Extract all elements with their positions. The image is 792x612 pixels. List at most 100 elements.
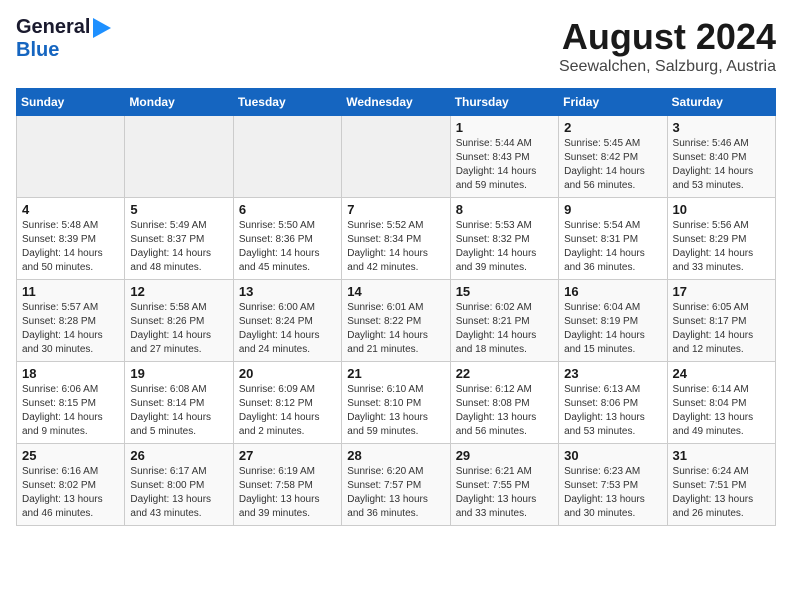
calendar-cell: 7 Sunrise: 5:52 AM Sunset: 8:34 PM Daylig… — [342, 198, 450, 280]
calendar-cell: 11 Sunrise: 5:57 AM Sunset: 8:28 PM Dayli… — [17, 280, 125, 362]
header-day-wednesday: Wednesday — [342, 89, 450, 116]
day-number: 7 — [347, 202, 444, 217]
day-info: Sunrise: 6:23 AM Sunset: 7:53 PM Dayligh… — [564, 465, 661, 521]
day-number: 19 — [130, 366, 227, 381]
day-info: Sunrise: 6:12 AM Sunset: 8:08 PM Dayligh… — [456, 383, 553, 439]
day-number: 3 — [673, 120, 770, 135]
day-info: Sunrise: 5:56 AM Sunset: 8:29 PM Dayligh… — [673, 219, 770, 275]
day-number: 23 — [564, 366, 661, 381]
day-info: Sunrise: 5:44 AM Sunset: 8:43 PM Dayligh… — [456, 137, 553, 193]
calendar-cell: 25 Sunrise: 6:16 AM Sunset: 8:02 PM Dayli… — [17, 444, 125, 526]
day-number: 30 — [564, 448, 661, 463]
calendar-cell: 10 Sunrise: 5:56 AM Sunset: 8:29 PM Dayli… — [667, 198, 775, 280]
calendar-table: SundayMondayTuesdayWednesdayThursdayFrid… — [16, 88, 776, 526]
calendar-cell — [17, 116, 125, 198]
day-info: Sunrise: 5:49 AM Sunset: 8:37 PM Dayligh… — [130, 219, 227, 275]
day-number: 12 — [130, 284, 227, 299]
day-number: 18 — [22, 366, 119, 381]
day-number: 27 — [239, 448, 336, 463]
calendar-cell — [125, 116, 233, 198]
calendar-cell: 9Sunrise: 5:54 AM Sunset: 8:31 PM Daylig… — [559, 198, 667, 280]
page-header: General Blue August 2024 Seewalchen, Sal… — [16, 16, 776, 76]
calendar-cell: 8Sunrise: 5:53 AM Sunset: 8:32 PM Daylig… — [450, 198, 558, 280]
calendar-body: 1 Sunrise: 5:44 AM Sunset: 8:43 PM Daylig… — [17, 116, 776, 526]
day-number: 17 — [673, 284, 770, 299]
day-number: 15 — [456, 284, 553, 299]
header-day-monday: Monday — [125, 89, 233, 116]
calendar-cell: 15Sunrise: 6:02 AM Sunset: 8:21 PM Dayli… — [450, 280, 558, 362]
day-number: 16 — [564, 284, 661, 299]
day-number: 31 — [673, 448, 770, 463]
day-number: 11 — [22, 284, 119, 299]
calendar-cell: 30 Sunrise: 6:23 AM Sunset: 7:53 PM Dayli… — [559, 444, 667, 526]
calendar-cell: 20 Sunrise: 6:09 AM Sunset: 8:12 PM Dayli… — [233, 362, 341, 444]
calendar-cell: 19 Sunrise: 6:08 AM Sunset: 8:14 PM Dayli… — [125, 362, 233, 444]
day-number: 6 — [239, 202, 336, 217]
logo: General Blue — [16, 16, 114, 62]
day-info: Sunrise: 6:16 AM Sunset: 8:02 PM Dayligh… — [22, 465, 119, 521]
day-number: 25 — [22, 448, 119, 463]
calendar-cell: 22 Sunrise: 6:12 AM Sunset: 8:08 PM Dayli… — [450, 362, 558, 444]
calendar-cell: 14Sunrise: 6:01 AM Sunset: 8:22 PM Dayli… — [342, 280, 450, 362]
day-info: Sunrise: 5:57 AM Sunset: 8:28 PM Dayligh… — [22, 301, 119, 357]
day-info: Sunrise: 6:04 AM Sunset: 8:19 PM Dayligh… — [564, 301, 661, 357]
day-number: 20 — [239, 366, 336, 381]
day-info: Sunrise: 6:10 AM Sunset: 8:10 PM Dayligh… — [347, 383, 444, 439]
day-info: Sunrise: 5:48 AM Sunset: 8:39 PM Dayligh… — [22, 219, 119, 275]
day-number: 2 — [564, 120, 661, 135]
day-number: 22 — [456, 366, 553, 381]
calendar-cell: 23 Sunrise: 6:13 AM Sunset: 8:06 PM Dayli… — [559, 362, 667, 444]
day-info: Sunrise: 6:01 AM Sunset: 8:22 PM Dayligh… — [347, 301, 444, 357]
calendar-cell: 5Sunrise: 5:49 AM Sunset: 8:37 PM Daylig… — [125, 198, 233, 280]
calendar-cell: 26Sunrise: 6:17 AM Sunset: 8:00 PM Dayli… — [125, 444, 233, 526]
day-info: Sunrise: 6:24 AM Sunset: 7:51 PM Dayligh… — [673, 465, 770, 521]
day-number: 10 — [673, 202, 770, 217]
calendar-week-2: 4 Sunrise: 5:48 AM Sunset: 8:39 PM Daylig… — [17, 198, 776, 280]
calendar-cell: 1 Sunrise: 5:44 AM Sunset: 8:43 PM Daylig… — [450, 116, 558, 198]
day-number: 1 — [456, 120, 553, 135]
day-number: 4 — [22, 202, 119, 217]
day-info: Sunrise: 6:08 AM Sunset: 8:14 PM Dayligh… — [130, 383, 227, 439]
calendar-cell: 3 Sunrise: 5:46 AM Sunset: 8:40 PM Daylig… — [667, 116, 775, 198]
calendar-cell: 17 Sunrise: 6:05 AM Sunset: 8:17 PM Dayli… — [667, 280, 775, 362]
day-info: Sunrise: 6:05 AM Sunset: 8:17 PM Dayligh… — [673, 301, 770, 357]
header-day-sunday: Sunday — [17, 89, 125, 116]
day-info: Sunrise: 6:17 AM Sunset: 8:00 PM Dayligh… — [130, 465, 227, 521]
header-day-friday: Friday — [559, 89, 667, 116]
calendar-cell: 18 Sunrise: 6:06 AM Sunset: 8:15 PM Dayli… — [17, 362, 125, 444]
day-info: Sunrise: 6:19 AM Sunset: 7:58 PM Dayligh… — [239, 465, 336, 521]
day-number: 29 — [456, 448, 553, 463]
calendar-week-3: 11 Sunrise: 5:57 AM Sunset: 8:28 PM Dayli… — [17, 280, 776, 362]
day-info: Sunrise: 5:58 AM Sunset: 8:26 PM Dayligh… — [130, 301, 227, 357]
day-info: Sunrise: 5:46 AM Sunset: 8:40 PM Dayligh… — [673, 137, 770, 193]
month-title: August 2024 — [559, 16, 776, 58]
title-block: August 2024 Seewalchen, Salzburg, Austri… — [559, 16, 776, 76]
day-number: 28 — [347, 448, 444, 463]
calendar-cell — [342, 116, 450, 198]
day-info: Sunrise: 5:52 AM Sunset: 8:34 PM Dayligh… — [347, 219, 444, 275]
calendar-header-row: SundayMondayTuesdayWednesdayThursdayFrid… — [17, 89, 776, 116]
location-title: Seewalchen, Salzburg, Austria — [559, 58, 776, 76]
day-info: Sunrise: 6:09 AM Sunset: 8:12 PM Dayligh… — [239, 383, 336, 439]
day-number: 21 — [347, 366, 444, 381]
header-day-saturday: Saturday — [667, 89, 775, 116]
calendar-cell: 12 Sunrise: 5:58 AM Sunset: 8:26 PM Dayli… — [125, 280, 233, 362]
calendar-cell: 27 Sunrise: 6:19 AM Sunset: 7:58 PM Dayli… — [233, 444, 341, 526]
day-number: 9 — [564, 202, 661, 217]
calendar-cell — [233, 116, 341, 198]
day-info: Sunrise: 5:53 AM Sunset: 8:32 PM Dayligh… — [456, 219, 553, 275]
header-day-thursday: Thursday — [450, 89, 558, 116]
day-info: Sunrise: 6:21 AM Sunset: 7:55 PM Dayligh… — [456, 465, 553, 521]
calendar-cell: 2Sunrise: 5:45 AM Sunset: 8:42 PM Daylig… — [559, 116, 667, 198]
day-info: Sunrise: 6:13 AM Sunset: 8:06 PM Dayligh… — [564, 383, 661, 439]
logo-general: General — [16, 16, 90, 39]
calendar-cell: 16 Sunrise: 6:04 AM Sunset: 8:19 PM Dayli… — [559, 280, 667, 362]
logo-blue: Blue — [16, 39, 59, 61]
calendar-cell: 28Sunrise: 6:20 AM Sunset: 7:57 PM Dayli… — [342, 444, 450, 526]
day-info: Sunrise: 6:06 AM Sunset: 8:15 PM Dayligh… — [22, 383, 119, 439]
day-info: Sunrise: 6:14 AM Sunset: 8:04 PM Dayligh… — [673, 383, 770, 439]
calendar-cell: 6 Sunrise: 5:50 AM Sunset: 8:36 PM Daylig… — [233, 198, 341, 280]
calendar-cell: 31 Sunrise: 6:24 AM Sunset: 7:51 PM Dayli… — [667, 444, 775, 526]
day-info: Sunrise: 5:50 AM Sunset: 8:36 PM Dayligh… — [239, 219, 336, 275]
day-number: 24 — [673, 366, 770, 381]
